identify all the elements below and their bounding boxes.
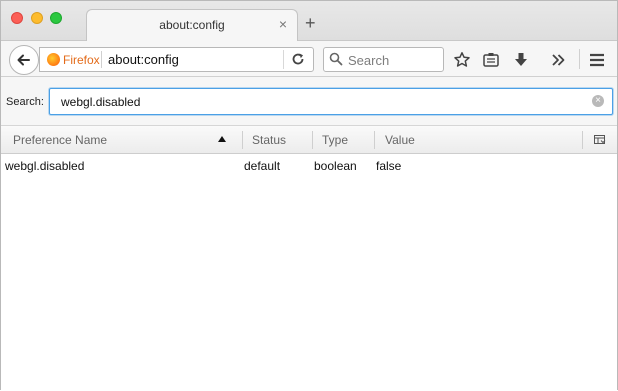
hamburger-menu-icon[interactable]	[588, 51, 606, 69]
column-divider[interactable]	[374, 131, 375, 149]
column-divider[interactable]	[242, 131, 243, 149]
site-identity-label[interactable]: Firefox	[63, 53, 100, 67]
toolbar-divider	[579, 49, 580, 69]
pref-name-cell: webgl.disabled	[5, 159, 85, 173]
browser-window: about:config × + Firefox about:config Se…	[0, 0, 618, 391]
column-picker-icon[interactable]	[594, 134, 606, 146]
back-arrow-icon	[17, 54, 30, 66]
zoom-window-button[interactable]	[50, 12, 62, 24]
column-divider[interactable]	[312, 131, 313, 149]
back-button[interactable]	[9, 45, 39, 75]
column-header-type[interactable]: Type	[322, 133, 348, 147]
column-header-preference-name[interactable]: Preference Name	[13, 133, 107, 147]
search-placeholder: Search	[348, 53, 390, 68]
bookmark-star-icon[interactable]	[453, 51, 471, 69]
preferences-table-body: webgl.disabled default boolean false	[1, 154, 617, 391]
search-icon	[329, 52, 343, 66]
reading-list-icon[interactable]	[482, 51, 500, 69]
new-tab-button[interactable]: +	[305, 14, 316, 32]
tab-title: about:config	[159, 18, 225, 32]
downloads-icon[interactable]	[512, 51, 530, 69]
pref-value-cell: false	[376, 159, 402, 173]
minimize-window-button[interactable]	[31, 12, 43, 24]
url-divider	[101, 51, 102, 68]
pref-type-cell: boolean	[314, 159, 357, 173]
tab-close-icon[interactable]: ×	[279, 16, 287, 32]
pref-status-cell: default	[244, 159, 281, 173]
column-divider[interactable]	[582, 131, 583, 149]
column-header-value[interactable]: Value	[385, 133, 415, 147]
search-input-value[interactable]: webgl.disabled	[61, 95, 140, 109]
close-window-button[interactable]	[11, 12, 23, 24]
url-text[interactable]: about:config	[108, 52, 179, 67]
firefox-logo-icon	[47, 53, 60, 66]
sort-ascending-icon	[218, 136, 226, 142]
clear-search-icon[interactable]: ×	[592, 95, 604, 107]
reload-divider	[283, 50, 284, 69]
overflow-chevron-icon[interactable]	[549, 51, 567, 69]
reload-icon[interactable]	[290, 51, 306, 67]
search-label: Search:	[6, 96, 44, 108]
column-header-status[interactable]: Status	[252, 133, 286, 147]
tab-about-config[interactable]: about:config ×	[86, 9, 298, 41]
